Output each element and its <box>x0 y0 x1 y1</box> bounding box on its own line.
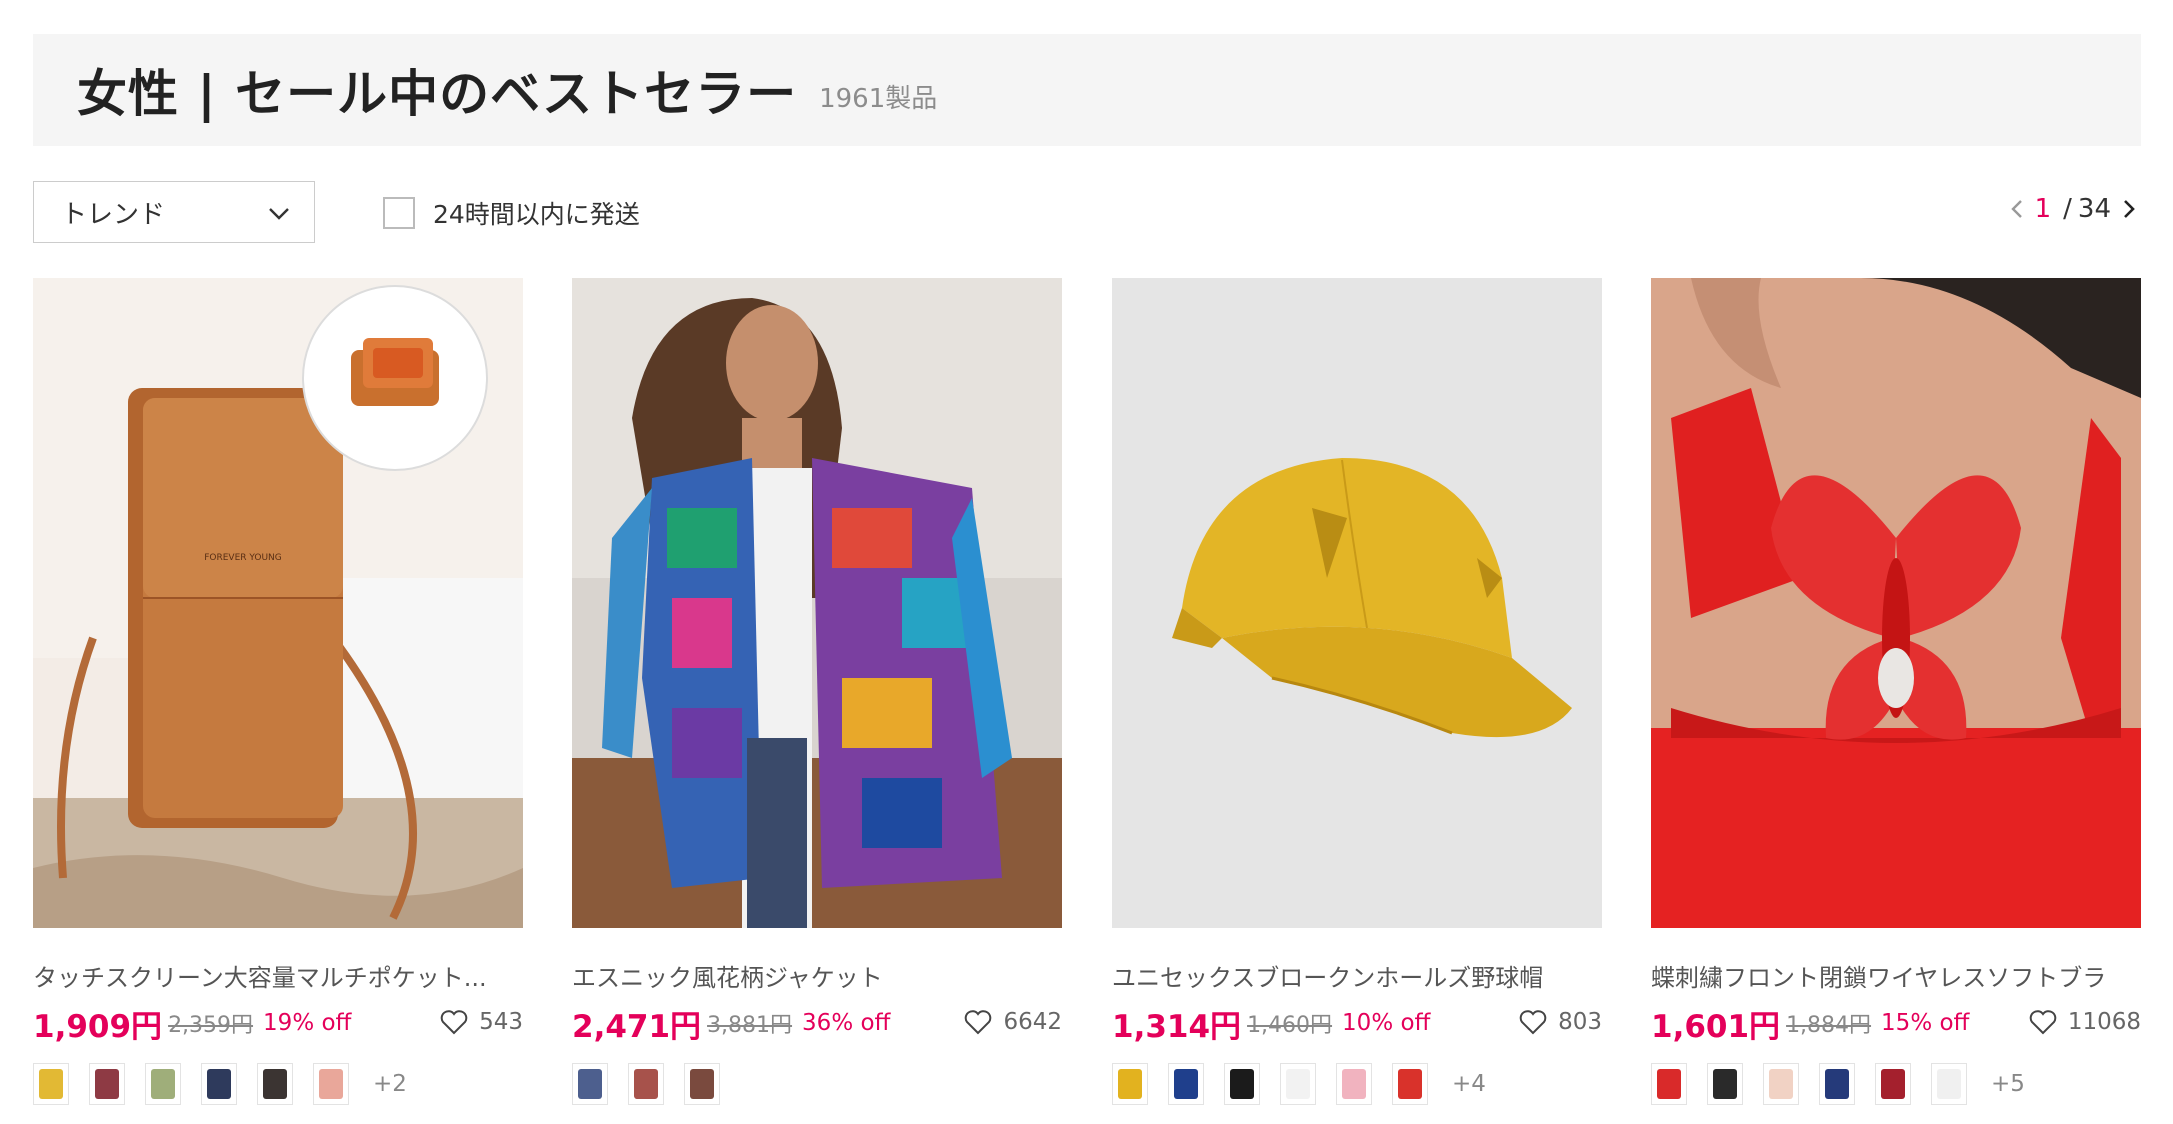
sale-price: 2,471円 <box>572 1008 702 1045</box>
product-card[interactable]: ユニセックスブロークンホールズ野球帽 1,314円 1,460円 10% off… <box>1112 278 1602 1105</box>
discount-badge: 36% off <box>802 1010 891 1036</box>
baseball-cap-image <box>1112 278 1602 928</box>
favorite-button[interactable]: 11068 <box>2028 1007 2141 1037</box>
color-swatch[interactable] <box>1336 1063 1372 1105</box>
heart-icon <box>440 1010 468 1035</box>
price-row: 1,314円 1,460円 10% off 803 <box>1112 1003 1602 1045</box>
favorite-count: 543 <box>479 1009 523 1035</box>
color-swatch[interactable] <box>1931 1063 1967 1105</box>
discount-badge: 10% off <box>1342 1010 1431 1036</box>
product-image[interactable] <box>572 278 1062 928</box>
ethnic-jacket-image <box>572 278 1062 928</box>
color-swatch[interactable] <box>1224 1063 1260 1105</box>
product-card[interactable]: 蝶刺繍フロント閉鎖ワイヤレスソフトブラ 1,601円 1,884円 15% of… <box>1651 278 2141 1105</box>
color-swatch[interactable] <box>201 1063 237 1105</box>
chevron-left-icon <box>2010 200 2022 218</box>
discount-badge: 19% off <box>263 1010 352 1036</box>
product-card[interactable]: FOREVER YOUNG タッチスクリーン大容量マルチポケット... 1,90… <box>33 278 523 1105</box>
favorite-button[interactable]: 803 <box>1518 1007 1602 1037</box>
sale-price: 1,314円 <box>1112 1008 1242 1045</box>
price-row: 1,601円 1,884円 15% off 11068 <box>1651 1003 2141 1045</box>
favorite-count: 6642 <box>1003 1009 1062 1035</box>
color-swatch[interactable] <box>33 1063 69 1105</box>
sort-dropdown-value: トレンド <box>61 199 166 230</box>
color-swatch[interactable] <box>313 1063 349 1105</box>
ship-24h-checkbox[interactable] <box>383 197 415 229</box>
color-swatch[interactable] <box>1875 1063 1911 1105</box>
current-page: 1 <box>2034 194 2052 224</box>
next-page-button[interactable] <box>2117 194 2141 224</box>
color-swatches: +5 <box>1651 1063 2141 1105</box>
color-swatch[interactable] <box>684 1063 720 1105</box>
color-swatch[interactable] <box>1651 1063 1687 1105</box>
butterfly-bra-image <box>1651 278 2141 928</box>
product-image[interactable] <box>1112 278 1602 928</box>
sale-price: 1,601円 <box>1651 1008 1781 1045</box>
favorite-count: 803 <box>1558 1009 1602 1035</box>
page-title: 女性 | セール中のベストセラー <box>77 65 798 123</box>
price-row: 1,909円 2,359円 19% off 543 <box>33 1003 523 1045</box>
product-name[interactable]: ユニセックスブロークンホールズ野球帽 <box>1112 958 1602 993</box>
phone-bag-image: FOREVER YOUNG <box>33 278 523 928</box>
color-swatch[interactable] <box>1112 1063 1148 1105</box>
svg-text:FOREVER YOUNG: FOREVER YOUNG <box>204 553 282 563</box>
product-image[interactable] <box>1651 278 2141 928</box>
chevron-down-icon <box>269 208 289 220</box>
pagination: 1 / 34 <box>2005 194 2141 224</box>
chevron-right-icon <box>2124 200 2135 218</box>
ship-24h-label: 24時間以内に発送 <box>433 200 640 229</box>
color-swatch[interactable] <box>1819 1063 1855 1105</box>
favorite-count: 11068 <box>2067 1009 2141 1035</box>
color-swatches: +2 <box>33 1063 523 1105</box>
product-count: 1961製品 <box>819 83 938 114</box>
more-colors-count[interactable]: +5 <box>1991 1071 2025 1097</box>
product-image[interactable]: FOREVER YOUNG <box>33 278 523 928</box>
color-swatches: +4 <box>1112 1063 1602 1105</box>
product-name[interactable]: エスニック風花柄ジャケット <box>572 958 1062 993</box>
color-swatch[interactable] <box>257 1063 293 1105</box>
ship-24h-filter[interactable]: 24時間以内に発送 <box>383 195 640 231</box>
sort-dropdown[interactable]: トレンド <box>33 181 315 243</box>
color-swatch[interactable] <box>89 1063 125 1105</box>
color-swatch[interactable] <box>145 1063 181 1105</box>
more-colors-count[interactable]: +4 <box>1452 1071 1486 1097</box>
product-card[interactable]: エスニック風花柄ジャケット 2,471円 3,881円 36% off 6642 <box>572 278 1062 1105</box>
color-swatch[interactable] <box>1707 1063 1743 1105</box>
heart-icon <box>965 1010 992 1035</box>
color-swatch[interactable] <box>1168 1063 1204 1105</box>
product-name[interactable]: タッチスクリーン大容量マルチポケット... <box>33 958 523 993</box>
heart-icon <box>1519 1010 1547 1035</box>
color-swatch[interactable] <box>572 1063 608 1105</box>
page-separator: / <box>2063 194 2072 224</box>
original-price: 3,881円 <box>707 1013 793 1038</box>
toolbar: トレンド 24時間以内に発送 1 / 34 <box>33 181 2141 243</box>
color-swatch[interactable] <box>1763 1063 1799 1105</box>
total-pages: 34 <box>2077 194 2111 224</box>
heart-icon <box>2029 1010 2057 1035</box>
color-swatch[interactable] <box>628 1063 664 1105</box>
price-row: 2,471円 3,881円 36% off 6642 <box>572 1003 1062 1045</box>
original-price: 2,359円 <box>168 1013 254 1038</box>
favorite-button[interactable]: 6642 <box>963 1007 1062 1037</box>
prev-page-button[interactable] <box>2005 194 2029 224</box>
product-name[interactable]: 蝶刺繍フロント閉鎖ワイヤレスソフトブラ <box>1651 958 2141 993</box>
sale-price: 1,909円 <box>33 1008 163 1045</box>
color-swatch[interactable] <box>1280 1063 1316 1105</box>
page-header: 女性 | セール中のベストセラー 1961製品 <box>33 34 2141 146</box>
original-price: 1,884円 <box>1786 1013 1872 1038</box>
color-swatch[interactable] <box>1392 1063 1428 1105</box>
color-swatches <box>572 1063 1062 1105</box>
discount-badge: 15% off <box>1881 1010 1970 1036</box>
more-colors-count[interactable]: +2 <box>373 1071 407 1097</box>
original-price: 1,460円 <box>1247 1013 1333 1038</box>
favorite-button[interactable]: 543 <box>439 1007 523 1037</box>
